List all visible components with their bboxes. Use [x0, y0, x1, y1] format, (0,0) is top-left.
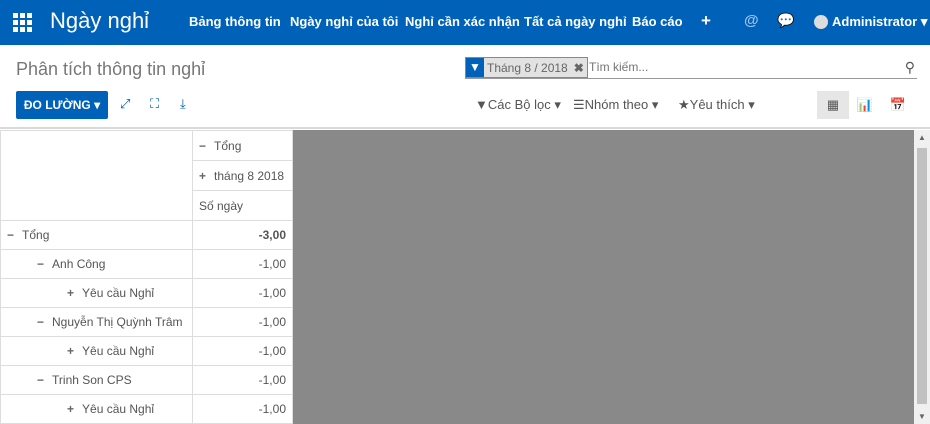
pivot-corner	[0, 130, 193, 221]
row-header[interactable]: − Anh Công	[0, 249, 193, 279]
page-title: Phân tích thông tin nghỉ	[16, 59, 206, 79]
col-header-total[interactable]: − Tổng	[192, 130, 293, 161]
row-header[interactable]: + Yêu cầu Nghỉ	[0, 394, 193, 424]
col-header-measure[interactable]: Số ngày	[192, 190, 293, 221]
calendar-view-icon[interactable]: 📅	[882, 91, 914, 119]
row-header[interactable]: − Nguyễn Thị Quỳnh Trâm	[0, 307, 193, 337]
table-row: − Trinh Son CPS -1,00	[0, 365, 293, 395]
cell-value: -1,00	[192, 307, 293, 337]
cell-value: -1,00	[192, 249, 293, 279]
menu-reports[interactable]: Báo cáo	[632, 14, 683, 29]
filters-label: Các Bộ lọc	[487, 97, 551, 112]
cell-value: -1,00	[192, 278, 293, 308]
row-header[interactable]: − Tổng	[0, 220, 193, 250]
favorites-dropdown[interactable]: ★Yêu thích ▾	[678, 97, 755, 113]
filters-dropdown[interactable]: ▼Các Bộ lọc ▾	[475, 97, 561, 113]
cell-value: -1,00	[192, 394, 293, 424]
graph-view-icon[interactable]: 📊	[849, 91, 881, 119]
table-row: − Tổng -3,00	[0, 220, 293, 250]
apps-grid-icon[interactable]	[13, 13, 32, 32]
row-header[interactable]: − Trinh Son CPS	[0, 365, 193, 395]
row-header[interactable]: + Yêu cầu Nghỉ	[0, 278, 193, 308]
cell-value: -1,00	[192, 365, 293, 395]
mention-icon[interactable]: @	[744, 12, 759, 29]
table-row: + Yêu cầu Nghỉ -1,00	[0, 394, 293, 424]
table-row: − Nguyễn Thị Quỳnh Trâm -1,00	[0, 307, 293, 337]
search-icon[interactable]: ⚲	[905, 59, 915, 76]
cell-value: -3,00	[192, 220, 293, 250]
measures-label: ĐO LƯỜNG	[23, 98, 91, 112]
menu-all-leaves[interactable]: Tất cả ngày nghỉ	[524, 14, 627, 29]
user-menu[interactable]: Administrator ▾	[832, 14, 927, 30]
measures-button[interactable]: ĐO LƯỜNG ▾	[16, 91, 108, 119]
table-row: − Anh Công -1,00	[0, 249, 293, 279]
remove-facet-icon[interactable]: ✖	[571, 61, 587, 75]
download-icon[interactable]: ⤓	[180, 96, 186, 112]
scrollbar[interactable]: ▲ ▼	[914, 130, 930, 424]
search-bar: ▼ Tháng 8 / 2018 ✖ ⚲	[465, 57, 917, 79]
avatar[interactable]	[814, 15, 828, 29]
col-header-month[interactable]: + tháng 8 2018	[192, 160, 293, 191]
app-title: Ngày nghỉ	[50, 8, 150, 33]
chat-icon[interactable]: 💬	[777, 12, 794, 29]
navbar: Ngày nghỉ Bảng thông tin Ngày nghỉ của t…	[0, 0, 930, 45]
table-row: + Yêu cầu Nghỉ -1,00	[0, 336, 293, 366]
filter-facet: ▼ Tháng 8 / 2018 ✖	[465, 57, 588, 78]
search-input[interactable]	[589, 60, 869, 74]
facet-label: Tháng 8 / 2018	[487, 60, 568, 75]
pivot-table: − Tổng + tháng 8 2018 Số ngày − Tổng -3,00− A…	[0, 130, 293, 424]
filter-icon: ▼	[466, 58, 484, 77]
menu-dashboard[interactable]: Bảng thông tin	[189, 14, 281, 29]
cell-value: -1,00	[192, 336, 293, 366]
expand-all-icon[interactable]: ⛶	[150, 96, 159, 112]
groupby-label: Nhóm theo	[584, 97, 649, 112]
pivot-view-icon[interactable]: ▦	[817, 91, 849, 119]
empty-area	[293, 130, 914, 424]
control-panel: Phân tích thông tin nghỉ ▼ Tháng 8 / 201…	[0, 45, 930, 129]
user-name: Administrator	[832, 14, 918, 29]
flip-axis-icon[interactable]: ⤢	[120, 96, 130, 112]
row-header[interactable]: + Yêu cầu Nghỉ	[0, 336, 193, 366]
plus-icon[interactable]: +	[701, 11, 711, 31]
menu-to-approve[interactable]: Nghỉ cần xác nhận	[405, 14, 520, 29]
favorites-label: Yêu thích	[689, 97, 745, 112]
table-row: + Yêu cầu Nghỉ -1,00	[0, 278, 293, 308]
groupby-dropdown[interactable]: ☰Nhóm theo ▾	[573, 97, 658, 113]
menu-my-leaves[interactable]: Ngày nghỉ của tôi	[290, 14, 398, 29]
